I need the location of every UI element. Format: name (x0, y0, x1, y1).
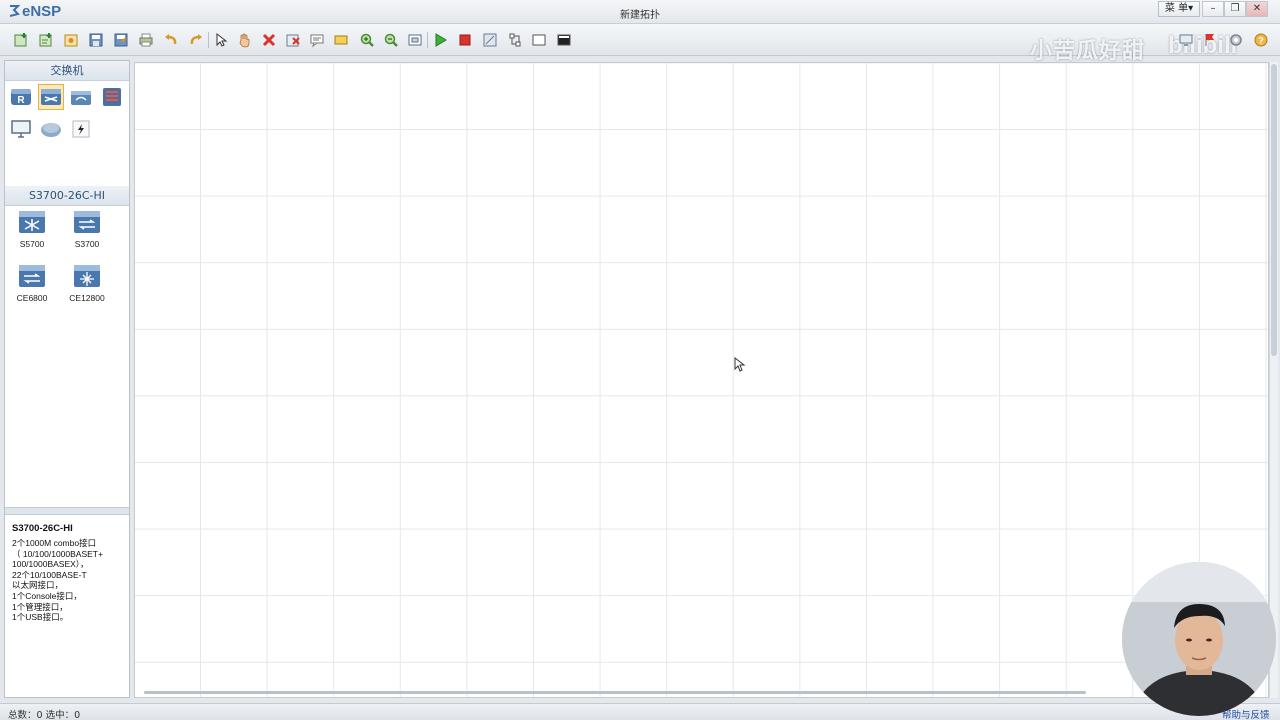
description-body: 2个1000M combo接口 （ 10/100/1000BASET+ 100/… (12, 538, 124, 623)
delete-all-icon[interactable] (283, 30, 303, 50)
description-line: 100/1000BASEX）， (12, 559, 89, 570)
description-line: 2个1000M combo接口 (12, 538, 97, 548)
webcam-overlay (1122, 562, 1276, 716)
device-label: S3700 (74, 239, 100, 249)
selection-count: 总数：0 选中：0 (8, 710, 81, 720)
vertical-scrollbar-thumb[interactable] (1271, 64, 1277, 356)
device-label: CE6800 (16, 293, 48, 303)
device-label: S5700 (19, 239, 45, 249)
topology-view-icon[interactable] (505, 30, 525, 50)
description-divider[interactable] (5, 507, 129, 515)
horizontal-scrollbar[interactable] (134, 687, 1269, 697)
delete-icon[interactable] (259, 30, 279, 50)
firewall-icon[interactable] (99, 84, 125, 110)
text-comment-icon[interactable] (307, 30, 327, 50)
toolbar-separator (427, 32, 428, 48)
redo-icon[interactable] (186, 30, 206, 50)
stop-device-icon[interactable] (455, 30, 475, 50)
description-line: （ 10/100/1000BASET+ (12, 548, 103, 559)
pc-icon[interactable] (8, 116, 34, 142)
description-line: 1个USB接口。 (12, 612, 69, 623)
connection-icon[interactable] (68, 116, 94, 142)
open-icon[interactable] (61, 30, 81, 50)
description-line: 1个Console接口， (12, 590, 82, 601)
svg-text:R: R (17, 95, 25, 106)
topology-canvas[interactable] (134, 62, 1269, 698)
mouse-cursor-icon (734, 357, 746, 372)
svg-text:?: ? (1258, 36, 1264, 46)
title-bar: eNSP 新建拓扑 菜 单▾ – ❐ ✕ (0, 0, 1280, 24)
toolbar-separator (208, 32, 209, 48)
device-s3700[interactable]: S3700 (62, 209, 112, 259)
description-title: S3700-26C-HI (12, 523, 73, 534)
flag-icon[interactable] (1200, 30, 1220, 50)
window-title: 新建拓扑 (620, 10, 660, 21)
menu-button[interactable]: 菜 单▾ (1158, 1, 1200, 17)
description-line: 22个10/100BASE-T (12, 569, 87, 580)
settings-icon[interactable] (1226, 30, 1246, 50)
ce12800-switch-icon (74, 265, 100, 287)
device-model-header: S3700-26C-HI (5, 186, 129, 206)
category-header: 交换机 (5, 61, 129, 81)
device-ce6800[interactable]: CE6800 (7, 263, 57, 313)
rectangle-icon[interactable] (331, 30, 351, 50)
toolbar: 小苦瓜好甜 bilibili ? (0, 24, 1280, 64)
description-line: 1个管理接口， (12, 601, 68, 612)
help-icon[interactable]: ? (1251, 30, 1271, 50)
horizontal-scrollbar-thumb[interactable] (144, 691, 1086, 694)
zoom-in-icon[interactable] (357, 30, 377, 50)
switch-icon[interactable] (38, 84, 64, 110)
presenter-avatar (1122, 562, 1276, 716)
description-line: 以太网接口， (12, 580, 64, 591)
display-grid-icon[interactable] (529, 30, 549, 50)
close-button[interactable]: ✕ (1246, 1, 1268, 17)
watermark-text: 小苦瓜好甜 (1030, 39, 1146, 64)
save-as-icon[interactable] (111, 30, 131, 50)
select-pointer-icon[interactable] (211, 30, 231, 50)
new-exam-icon[interactable] (36, 30, 56, 50)
cloud-icon[interactable] (38, 116, 64, 142)
s5700-switch-icon (19, 211, 45, 233)
zoom-out-icon[interactable] (381, 30, 401, 50)
ensp-window: eNSP 新建拓扑 菜 单▾ – ❐ ✕ 小苦瓜好甜 bilibili ? 交换… (0, 0, 1280, 720)
terminal-icon[interactable] (554, 30, 574, 50)
save-icon[interactable] (86, 30, 106, 50)
vertical-scrollbar[interactable] (1269, 62, 1278, 698)
s3700-switch-icon (74, 211, 100, 233)
device-s5700[interactable]: S5700 (7, 209, 57, 259)
wireless-icon[interactable] (68, 84, 94, 110)
minimize-button[interactable]: – (1202, 1, 1224, 17)
device-ce12800[interactable]: CE12800 (62, 263, 112, 313)
device-panel: 交换机 R S3700-26C-HI S5700 S3700 CE6800 CE… (4, 60, 130, 698)
screen-icon[interactable] (1176, 30, 1196, 50)
fit-view-icon[interactable] (405, 30, 425, 50)
undo-icon[interactable] (161, 30, 181, 50)
print-icon[interactable] (136, 30, 156, 50)
restore-button[interactable]: ❐ (1224, 1, 1246, 17)
new-topology-icon[interactable] (11, 30, 31, 50)
status-bar: 总数：0 选中：0 帮助与反馈 (0, 703, 1280, 720)
device-label: CE12800 (69, 293, 105, 303)
pan-hand-icon[interactable] (235, 30, 255, 50)
capture-icon[interactable] (480, 30, 500, 50)
start-device-icon[interactable] (430, 30, 450, 50)
ce6800-switch-icon (19, 265, 45, 287)
router-icon[interactable]: R (8, 84, 34, 110)
